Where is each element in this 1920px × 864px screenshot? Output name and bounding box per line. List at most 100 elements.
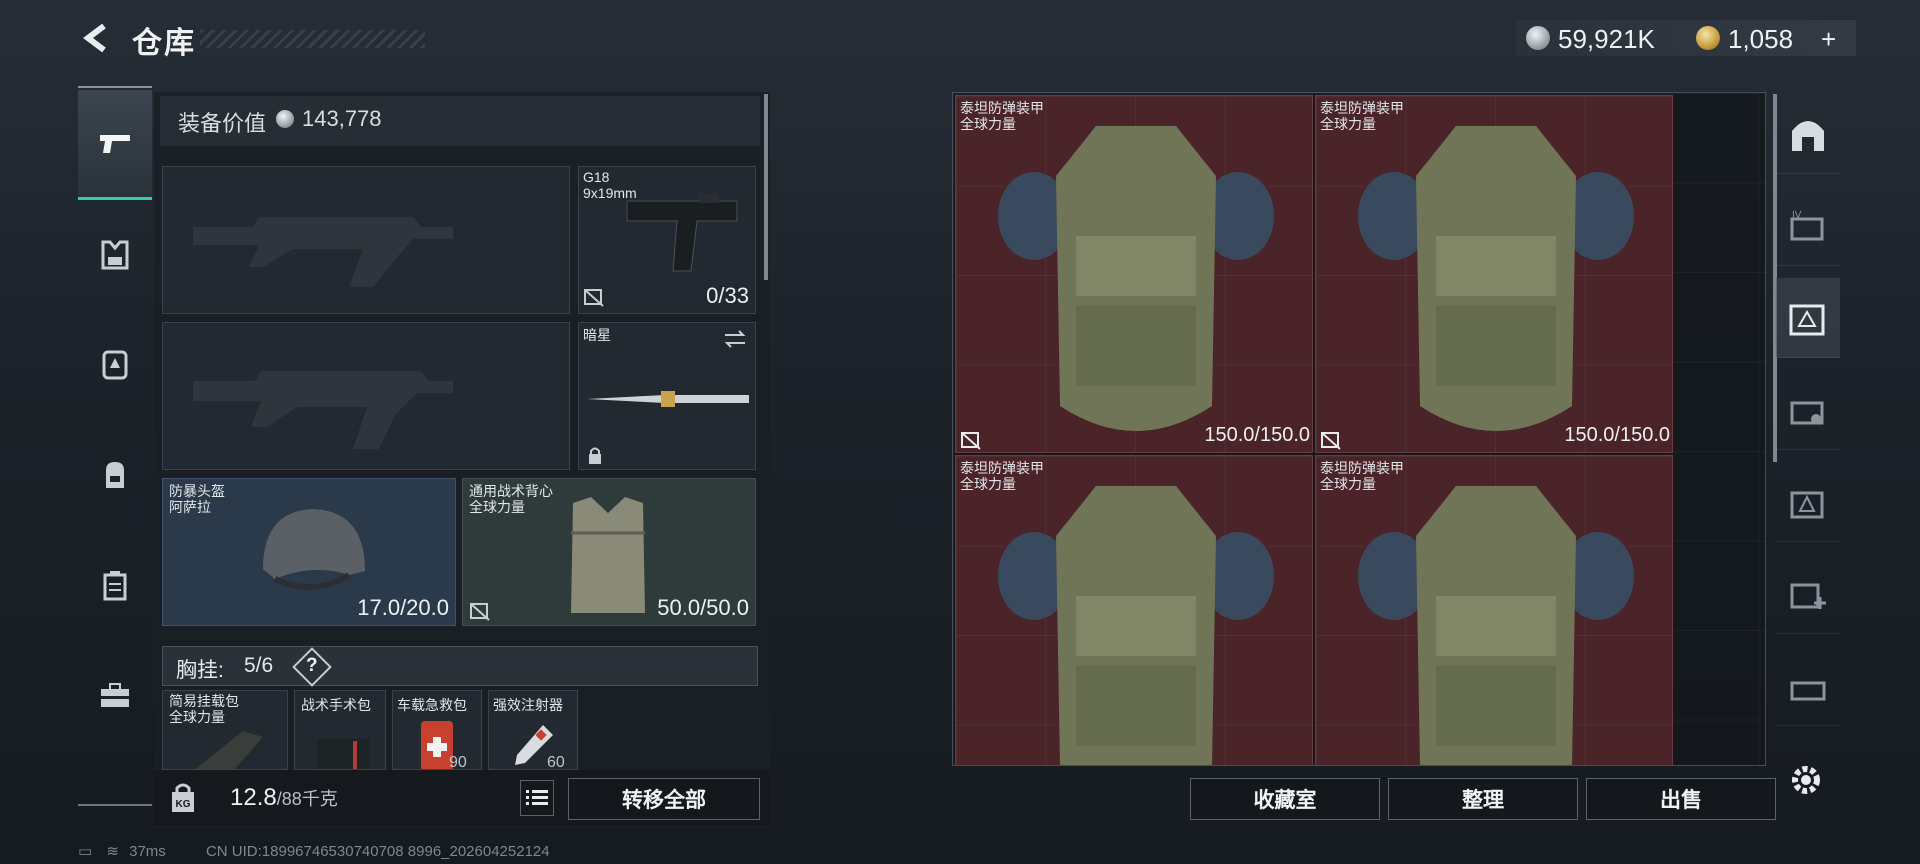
case-icon (103, 571, 127, 601)
chest-rig-item[interactable]: 战术手术包 (294, 690, 386, 770)
folder-icon: IV (1790, 210, 1824, 240)
weight-max: /88千克 (276, 789, 338, 809)
chest-rig-label: 胸挂: (176, 659, 224, 682)
pistol-slot[interactable]: G18 9x19mm 0/33 (578, 166, 756, 314)
nav-rig[interactable] (78, 310, 152, 420)
chest-rig-item[interactable]: 车载急救包 90 (392, 690, 482, 770)
nav-case[interactable] (78, 530, 152, 640)
help-icon: ? (306, 655, 318, 676)
nav-weapons[interactable] (78, 90, 152, 200)
ping: 37ms (129, 843, 166, 860)
gold-amount: 1,058 (1728, 24, 1794, 54)
item-durability: 150.0/150.0 (1564, 424, 1670, 446)
status-bar: ▭ ≋ 37ms CN UID:18996746530740708 8996_2… (78, 842, 550, 860)
vest-durability: 50.0/50.0 (657, 595, 749, 620)
tab-storage-iv-2[interactable] (1776, 462, 1840, 542)
riot-helmet-image (263, 509, 365, 591)
list-view-button[interactable] (520, 780, 554, 816)
tab-storage-med[interactable] (1776, 554, 1840, 634)
weight-display: 12.8/88千克 (230, 784, 338, 812)
tab-storage-iv[interactable]: IV (1776, 186, 1840, 266)
storage-item[interactable]: 泰坦防弹装甲 全球力量 150.0/150.0 (1315, 95, 1673, 453)
item-count: 90 (449, 754, 467, 770)
no-insure-icon (1321, 432, 1341, 450)
left-nav (78, 86, 152, 806)
uid: CN UID:18996746530740708 8996_2026042521… (205, 843, 550, 860)
helmet-name: 防暴头盔 (169, 483, 225, 499)
storage-grid: 泰坦防弹装甲 全球力量 150.0/150.0 泰坦防弹装甲 全球力量 150.… (952, 92, 1766, 766)
pistol-name: G18 (583, 169, 610, 185)
svg-text:KG: KG (176, 799, 191, 810)
battery-icon: ▭ (78, 843, 93, 860)
tactical-vest-image (571, 497, 645, 613)
titan-armor-image (1358, 126, 1634, 431)
storage-item[interactable]: 泰坦防弹装甲 全球力量 (955, 455, 1313, 765)
rig-pouch-image (195, 731, 263, 769)
nav-toolbox[interactable] (78, 640, 152, 750)
equipment-value-label: 装备价值 (178, 111, 267, 136)
nav-armor[interactable] (78, 200, 152, 310)
add-box-icon (1790, 583, 1826, 609)
organize-button[interactable]: 整理 (1388, 778, 1578, 820)
backpack-icon (106, 462, 124, 488)
equipment-scrollbar[interactable] (764, 94, 768, 280)
list-icon (526, 790, 548, 805)
sell-button[interactable]: 出售 (1586, 778, 1776, 820)
storage-item[interactable]: 泰坦防弹装甲 全球力量 150.0/150.0 (955, 95, 1313, 453)
pistol-icon (100, 134, 130, 153)
weapon-box-icon (1789, 304, 1825, 335)
chest-rig-item[interactable]: 简易挂载包 全球力量 (162, 690, 288, 770)
back-button[interactable] (78, 18, 114, 58)
silver-coin-icon (1526, 26, 1550, 50)
tab-storage-gtb[interactable] (1776, 278, 1840, 358)
armor-icon (101, 240, 129, 270)
tab-storage-gm[interactable] (1776, 370, 1840, 450)
case-box-icon (1790, 401, 1824, 424)
storage-item[interactable]: 泰坦防弹装甲 全球力量 (1315, 455, 1673, 765)
surgical-kit-image (317, 739, 369, 769)
nav-backpack[interactable] (78, 420, 152, 530)
swap-icon[interactable] (723, 329, 747, 349)
tab-all[interactable] (1776, 94, 1840, 174)
titan-armor-image (1358, 486, 1634, 765)
tab-storage-iii[interactable] (1776, 646, 1840, 726)
page-title: 仓库 (132, 27, 196, 60)
chest-rig-item[interactable]: 强效注射器 60 (488, 690, 578, 770)
currency-bar: 59,921K 1,058 + (1516, 20, 1856, 56)
transfer-all-button[interactable]: 转移全部 (568, 778, 760, 820)
vault-icon (1792, 120, 1824, 151)
item-durability: 150.0/150.0 (1204, 424, 1310, 446)
melee-slot[interactable]: 暗星 (578, 322, 756, 470)
title-decoration (200, 30, 425, 48)
silver-coin-icon (276, 110, 294, 128)
settings-button[interactable] (1788, 762, 1824, 803)
collection-room-button[interactable]: 收藏室 (1190, 778, 1380, 820)
silver-amount: 59,921K (1558, 24, 1655, 54)
rifle-silhouette-icon (193, 371, 453, 449)
equipment-value: 143,778 (302, 106, 382, 131)
weight-current: 12.8 (230, 784, 277, 811)
secondary-weapon-slot[interactable] (162, 322, 570, 470)
wifi-icon: ≋ (106, 843, 119, 860)
lock-icon (589, 447, 601, 464)
gold-coin-icon (1696, 26, 1720, 50)
g18-pistol-image (626, 193, 738, 272)
back-arrow-icon (83, 23, 106, 53)
helmet-slot[interactable]: 防暴头盔 阿萨拉 17.0/20.0 (162, 478, 456, 626)
vest-name: 通用战术背心 (469, 483, 553, 499)
storage-tabs: IV (1776, 94, 1840, 774)
item-name: 战术手术包 (301, 697, 371, 713)
no-insure-icon (470, 603, 490, 621)
add-gold-button[interactable]: + (1821, 24, 1836, 55)
primary-weapon-slot[interactable] (162, 166, 570, 314)
item-name: 强效注射器 (493, 697, 563, 713)
vest-slot[interactable]: 通用战术背心 全球力量 50.0/50.0 (462, 478, 756, 626)
vest-brand: 全球力量 (469, 499, 525, 515)
titan-armor-image (998, 126, 1274, 431)
no-insure-icon (961, 432, 981, 450)
helmet-brand: 阿萨拉 (169, 499, 211, 515)
gear-icon (1792, 766, 1820, 794)
no-insure-icon (584, 289, 604, 307)
rifle-silhouette-icon (193, 217, 453, 287)
knife-image (587, 391, 749, 407)
